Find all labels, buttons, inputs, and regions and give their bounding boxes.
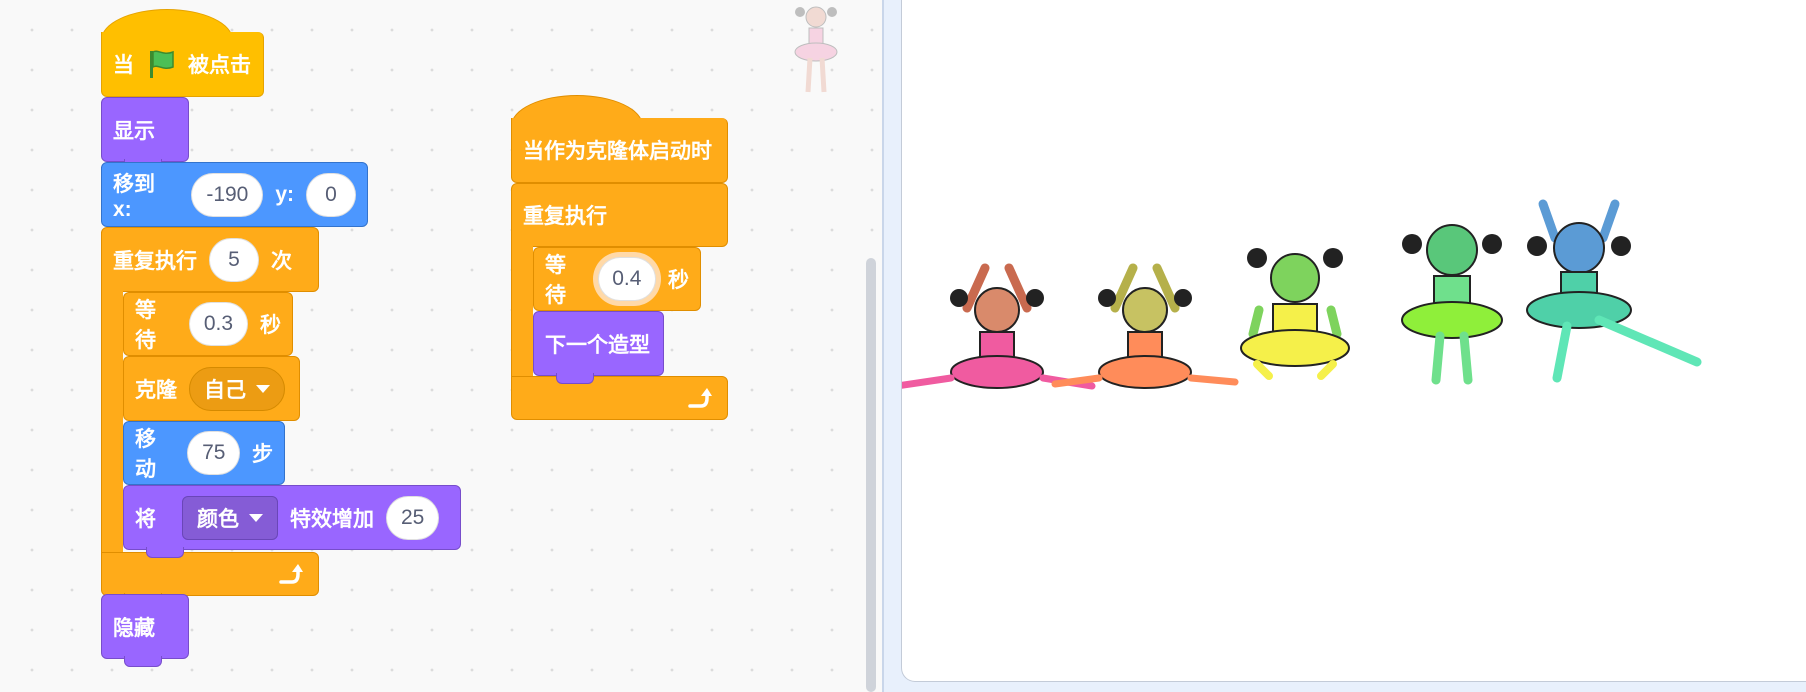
sprite-thumbnail [794,6,838,93]
dancer-sprite[interactable] [1240,248,1350,380]
move-label: 移动 [135,428,156,481]
forever-label: 重复执行 [523,205,607,228]
move-steps-block[interactable]: 移动 75 步 [123,421,285,485]
wait-label: 等待 [545,254,566,307]
stage[interactable] [901,0,1806,682]
stage-canvas [902,199,1702,390]
repeat-arm [101,291,123,563]
goto-y-input[interactable]: 0 [306,172,356,217]
hide-label: 隐藏 [113,616,155,640]
loop-arrow-icon [279,564,303,584]
clone-hat-label: 当作为克隆体启动时 [523,140,712,163]
forever-arm [511,246,533,379]
forever-block[interactable]: 重复执行 [511,183,728,247]
hat-clicked-label: 被点击 [188,54,251,77]
effect-action-label: 特效增加 [290,507,374,531]
hat-when-label: 当 [113,54,134,77]
repeat-label: 重复执行 [113,249,197,273]
dancer-sprite[interactable] [1051,263,1239,389]
wait-unit-label: 秒 [668,269,689,292]
workspace-scrollbar[interactable] [866,258,876,692]
forever-end-block [511,376,728,420]
show-block[interactable]: 显示 [101,97,189,170]
loop-arrow-icon [688,388,712,408]
goto-label: 移到 x: [113,172,155,221]
repeat-end-block [101,552,319,604]
wait-block[interactable]: 等待 0.4 秒 [533,247,701,311]
block-notch [146,547,184,558]
wait-unit-label: 秒 [260,314,281,337]
clone-target-dropdown[interactable]: 自己 [189,366,285,411]
when-clone-starts-block[interactable]: 当作为克隆体启动时 [511,118,728,183]
when-flag-clicked-block[interactable]: 当 被点击 [101,32,264,97]
move-unit-label: 步 [252,443,273,466]
green-flag-icon [150,50,174,78]
dancer-sprite[interactable] [1526,199,1702,383]
effect-prefix-label: 将 [135,507,156,531]
effect-type-dropdown[interactable]: 颜色 [182,495,278,540]
caret-down-icon [256,384,270,393]
goto-x-input[interactable]: -190 [191,172,264,217]
wait-block[interactable]: 等待 0.3 秒 [123,292,293,356]
effect-amount-input[interactable]: 25 [386,495,440,540]
dancer-sprite[interactable] [902,263,1096,390]
wait-seconds-input[interactable]: 0.4 [597,257,656,301]
next-costume-label: 下一个造型 [545,333,650,357]
clone-block[interactable]: 克隆 自己 [123,356,300,421]
repeat-block[interactable]: 重复执行 5 次 [101,227,319,292]
move-steps-input[interactable]: 75 [187,431,240,475]
hide-block[interactable]: 隐藏 [101,594,189,667]
wait-label: 等待 [135,299,156,352]
next-costume-block[interactable]: 下一个造型 [533,311,664,384]
clone-target-value: 自己 [204,378,246,402]
code-workspace[interactable]: 当 被点击 显示 移到 x: -190 y: 0 重复执行 5 次 等待 0.3… [0,0,882,692]
goto-xy-block[interactable]: 移到 x: -190 y: 0 [101,162,368,227]
repeat-suffix-label: 次 [271,249,292,273]
change-effect-block[interactable]: 将 颜色 特效增加 25 [123,485,461,558]
goto-y-label: y: [275,182,294,206]
repeat-times-input[interactable]: 5 [209,237,259,282]
show-label: 显示 [113,119,155,143]
block-notch [124,656,162,667]
caret-down-icon [249,513,263,522]
block-notch [556,373,594,384]
effect-type-value: 颜色 [197,507,239,531]
dancer-sprite[interactable] [1401,224,1503,385]
clone-label: 克隆 [135,378,177,402]
wait-seconds-input[interactable]: 0.3 [188,302,248,346]
